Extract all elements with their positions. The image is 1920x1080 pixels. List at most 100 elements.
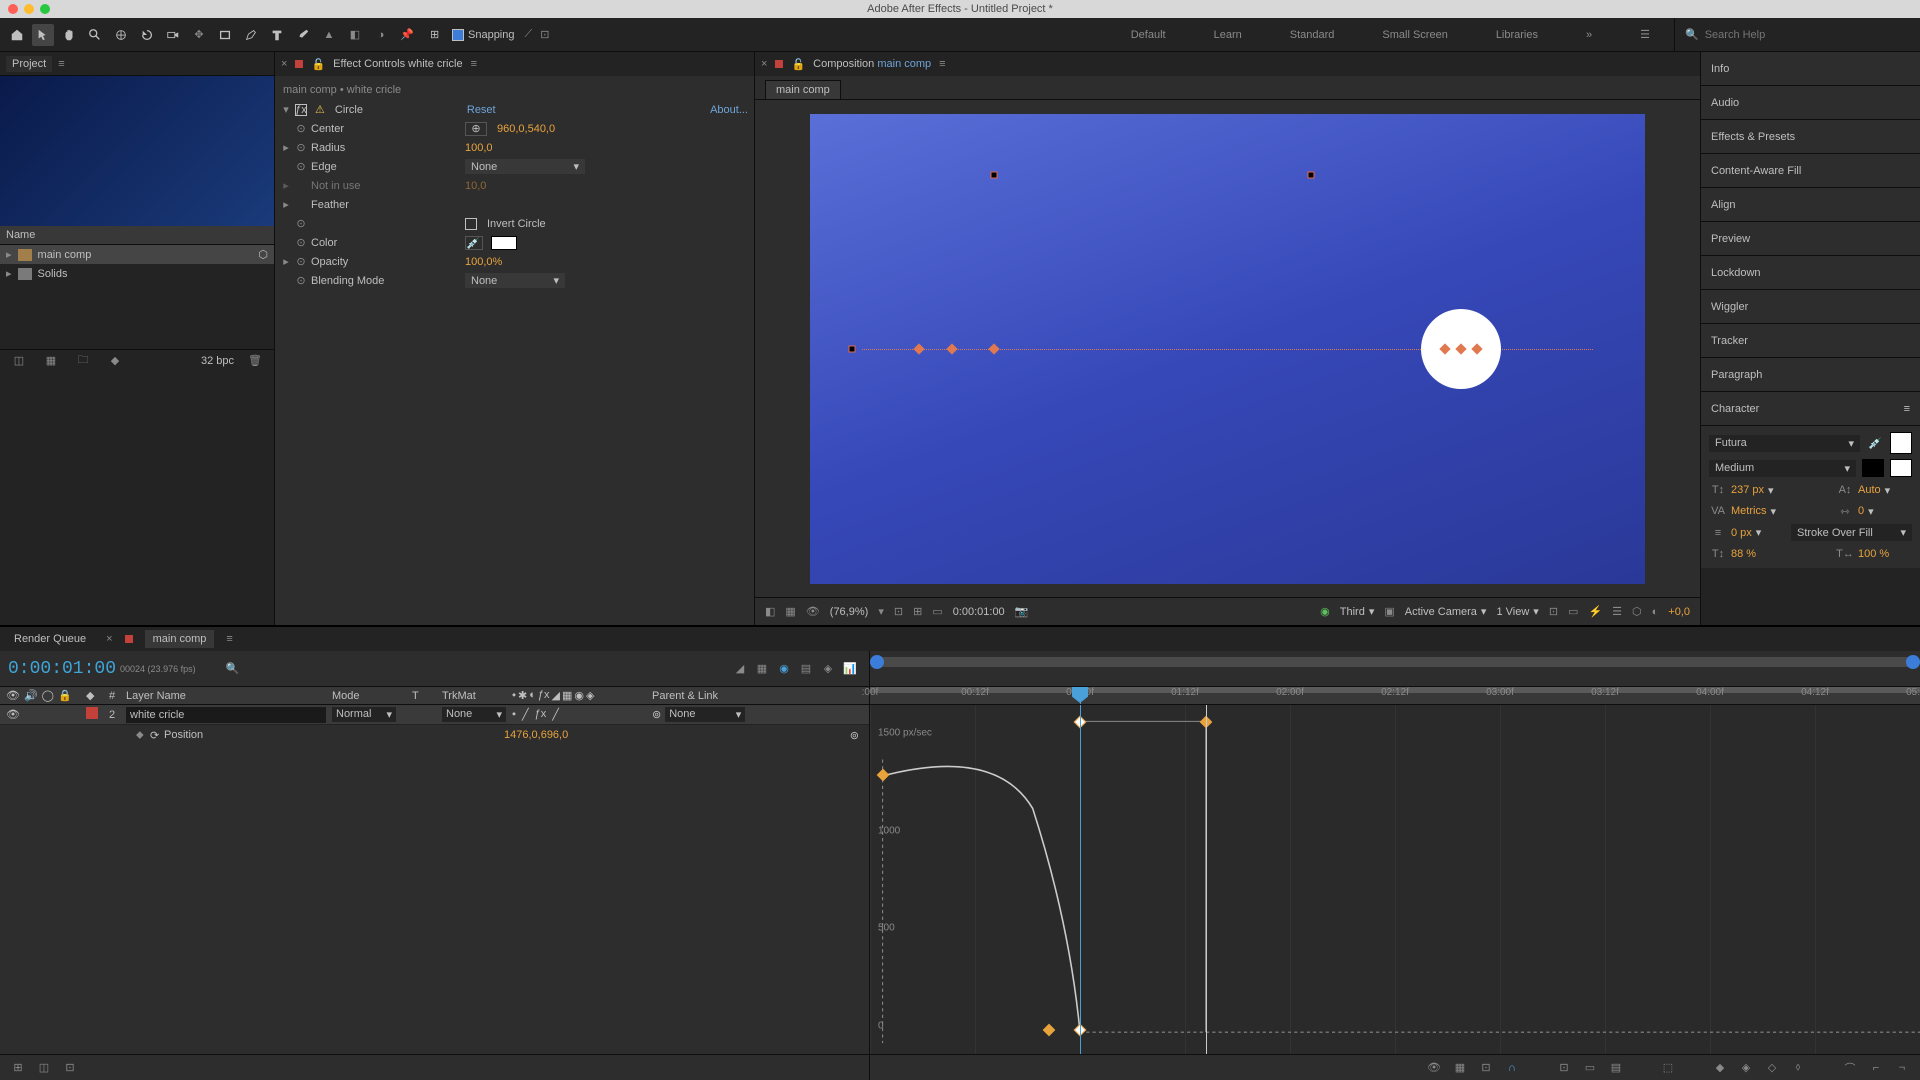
easy-ease-out-icon[interactable]: ¬ <box>1892 1058 1912 1078</box>
parent-select[interactable]: None▾ <box>665 707 745 722</box>
eye-icon[interactable]: 👁 <box>1424 1058 1444 1078</box>
fill-color-swatch2[interactable] <box>1890 459 1912 477</box>
toggle-in-out-icon[interactable]: ⊡ <box>60 1058 80 1078</box>
window-controls[interactable] <box>8 4 50 14</box>
snap-options-icon[interactable]: ⟋ <box>525 28 533 41</box>
camera-tool-icon[interactable] <box>162 24 184 46</box>
panel-lockdown[interactable]: Lockdown <box>1701 256 1920 290</box>
lock-icon[interactable]: 🔓 <box>791 58 805 71</box>
layer-row-white-circle[interactable]: 👁 2 white cricle Normal▾ None▾ ⬩ ╱ ƒx ╱ … <box>0 705 869 725</box>
project-tab[interactable]: Project <box>6 56 52 72</box>
color-swatch[interactable] <box>491 236 517 250</box>
kerning-value[interactable]: Metrics <box>1731 505 1766 517</box>
workspace-overflow-icon[interactable]: » <box>1562 18 1616 51</box>
exposure-value[interactable]: +0,0 <box>1668 606 1690 618</box>
draft3d-icon[interactable]: ◈ <box>817 658 839 680</box>
stroke-width-value[interactable]: 0 px <box>1731 527 1752 539</box>
project-item-solids[interactable]: ▸ Solids <box>0 264 274 283</box>
panel-paragraph[interactable]: Paragraph <box>1701 358 1920 392</box>
snapshot-icon[interactable]: 📷 <box>1015 605 1029 618</box>
composition-viewport[interactable] <box>810 114 1645 584</box>
render-queue-tab[interactable]: Render Queue <box>6 630 94 648</box>
eraser-tool-icon[interactable]: ◧ <box>344 24 366 46</box>
workspace-standard[interactable]: Standard <box>1266 18 1359 51</box>
type-tool-icon[interactable] <box>266 24 288 46</box>
graph-editor-icon[interactable]: ▤ <box>795 658 817 680</box>
reset-link[interactable]: Reset <box>467 104 496 116</box>
separate-dims-icon[interactable]: ⬚ <box>1658 1058 1678 1078</box>
workspace-small-screen[interactable]: Small Screen <box>1358 18 1471 51</box>
pen-tool-icon[interactable] <box>240 24 262 46</box>
alpha-icon[interactable]: ◧ <box>765 605 775 618</box>
new-folder-icon[interactable]: 🗀 <box>72 350 94 372</box>
audio-col-icon[interactable]: 🔊 <box>24 689 38 702</box>
zoom-dropdown-icon[interactable]: ▾ <box>878 605 884 618</box>
toggle-modes-icon[interactable]: ◫ <box>34 1058 54 1078</box>
layer-name-col[interactable]: Layer Name <box>122 690 332 702</box>
fast-preview-icon[interactable]: ⚡ <box>1588 605 1602 618</box>
pickwhip-icon[interactable]: ⊚ <box>652 708 661 721</box>
home-icon[interactable] <box>6 24 28 46</box>
puppet-tool-icon[interactable]: 📌 <box>396 24 418 46</box>
panel-character-header[interactable]: Character ≡ <box>1701 392 1920 426</box>
fit-icon[interactable]: ⊡ <box>1476 1058 1496 1078</box>
video-col-icon[interactable]: 👁 <box>6 689 20 702</box>
edit-keyframe-icon[interactable]: ◆ <box>1710 1058 1730 1078</box>
search-help[interactable]: 🔍 <box>1674 18 1914 51</box>
edge-select[interactable]: None▾ <box>465 159 585 174</box>
interpret-footage-icon[interactable]: ◫ <box>8 350 30 372</box>
rectangle-tool-icon[interactable] <box>214 24 236 46</box>
minimize-window-icon[interactable] <box>24 4 34 14</box>
comp-flowchart-icon[interactable]: ⬡ <box>248 248 268 261</box>
timeline-icon[interactable]: ☰ <box>1612 605 1622 618</box>
bpc-label[interactable]: 32 bpc <box>201 355 234 367</box>
maximize-window-icon[interactable] <box>40 4 50 14</box>
toggle-switches-icon[interactable]: ⊞ <box>8 1058 28 1078</box>
speed-graph[interactable]: 1500 px/sec10005000 <box>870 705 1920 1054</box>
search-input[interactable] <box>1705 29 1885 41</box>
quality-switch[interactable]: ╱ <box>522 708 529 721</box>
font-size-value[interactable]: 237 px <box>1731 484 1764 496</box>
adjust-icon[interactable]: ◆ <box>104 350 126 372</box>
time-navigator[interactable] <box>870 651 1920 687</box>
vscale-value[interactable]: 88 % <box>1731 548 1756 560</box>
sync-settings-icon[interactable]: ☰ <box>1616 18 1674 51</box>
anchor-point[interactable] <box>1456 343 1467 354</box>
convert-linear-icon[interactable]: ◇ <box>1762 1058 1782 1078</box>
eyedropper-icon[interactable]: 💉 <box>465 236 483 250</box>
point-picker-icon[interactable]: ⊕ <box>465 122 487 136</box>
footer-time[interactable]: 0:00:01:00 <box>953 606 1005 618</box>
eyedropper-icon[interactable]: 💉 <box>1866 435 1884 451</box>
radius-value[interactable]: 100,0 <box>465 142 493 154</box>
layer-label[interactable] <box>86 707 98 719</box>
panel-info[interactable]: Info <box>1701 52 1920 86</box>
expression-pickwhip-icon[interactable]: ⊚ <box>850 729 859 742</box>
hscale-value[interactable]: 100 % <box>1858 548 1889 560</box>
parent-col[interactable]: Parent & Link <box>652 690 869 702</box>
collapse-switch[interactable]: ⬩ <box>512 708 516 721</box>
panel-effects-presets[interactable]: Effects & Presets <box>1701 120 1920 154</box>
white-circle-layer[interactable] <box>1421 309 1501 389</box>
comp-flowchart-tab[interactable]: main comp <box>765 80 841 99</box>
font-family-select[interactable]: Futura▾ <box>1709 435 1860 452</box>
panel-menu-icon[interactable]: ≡ <box>226 633 232 645</box>
graph-type-icon[interactable]: ▦ <box>1450 1058 1470 1078</box>
lock-icon[interactable]: 🔓 <box>311 58 325 71</box>
leading-value[interactable]: Auto <box>1858 484 1881 496</box>
shy-icon[interactable]: ◢ <box>729 658 751 680</box>
opacity-value[interactable]: 100,0% <box>465 256 502 268</box>
timeline-comp-tab[interactable]: main comp <box>145 630 215 648</box>
snapping-checkbox[interactable] <box>452 29 464 41</box>
guides-icon[interactable]: ▭ <box>932 605 942 618</box>
easy-ease-in-icon[interactable]: ⌐ <box>1866 1058 1886 1078</box>
effect-controls-tab[interactable]: Effect Controls white cricle <box>333 58 462 70</box>
center-value[interactable]: 960,0,540,0 <box>497 123 555 135</box>
convert-hold-icon[interactable]: ◈ <box>1736 1058 1756 1078</box>
invert-checkbox[interactable] <box>465 218 477 230</box>
path-vertex[interactable] <box>913 343 924 354</box>
close-tab-icon[interactable]: × <box>761 58 767 70</box>
tracking-value[interactable]: 0 <box>1858 505 1864 517</box>
t-col[interactable]: T <box>412 690 442 702</box>
auto-zoom-icon[interactable]: ∩ <box>1502 1058 1522 1078</box>
path-vertex[interactable] <box>946 343 957 354</box>
